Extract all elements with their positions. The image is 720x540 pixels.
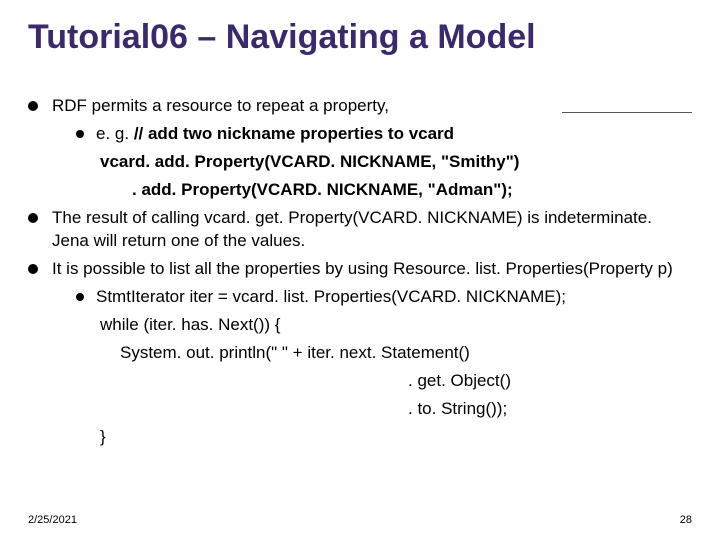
- bullet-1a-cont2: . add. Property(VCARD. NICKNAME, "Adman"…: [76, 179, 692, 201]
- bullet-3a-line4: . get. Object(): [408, 370, 692, 392]
- bullet-icon: [28, 213, 38, 223]
- code-line: System. out. println(" " + iter. next. S…: [120, 342, 692, 364]
- code-line: }: [100, 426, 692, 448]
- bullet-3a: StmtIterator iter = vcard. list. Propert…: [76, 286, 692, 308]
- bullet-1a-line1: e. g. // add two nickname properties to …: [96, 123, 692, 145]
- title-rule: [562, 112, 692, 113]
- slide-title: Tutorial06 – Navigating a Model: [28, 18, 692, 67]
- bullet-3a-line5: . to. String());: [408, 398, 692, 420]
- footer-page: 28: [680, 514, 692, 526]
- bullet-1a-cont1: vcard. add. Property(VCARD. NICKNAME, "S…: [76, 151, 692, 173]
- code-line: . get. Object(): [408, 370, 692, 392]
- bullet-3-text: It is possible to list all the propertie…: [52, 258, 692, 280]
- bullet-3a-line2: while (iter. has. Next()) {: [100, 314, 692, 336]
- code-line: . to. String());: [408, 398, 692, 420]
- bullet-1a: e. g. // add two nickname properties to …: [76, 123, 692, 145]
- bullet-1a-rest: // add two nickname properties to vcard: [134, 124, 454, 143]
- code-line: while (iter. has. Next()) {: [100, 314, 692, 336]
- bullet-2: The result of calling vcard. get. Proper…: [28, 207, 692, 251]
- bullet-1a-line2: vcard. add. Property(VCARD. NICKNAME, "S…: [100, 151, 692, 173]
- bullet-1-text: RDF permits a resource to repeat a prope…: [52, 95, 692, 117]
- bullet-icon: [28, 101, 38, 111]
- slide: Tutorial06 – Navigating a Model RDF perm…: [0, 0, 720, 540]
- bullet-3a-line3: System. out. println(" " + iter. next. S…: [120, 342, 692, 364]
- bullet-3a-line1: StmtIterator iter = vcard. list. Propert…: [96, 286, 692, 308]
- bullet-1a-line3: . add. Property(VCARD. NICKNAME, "Adman"…: [132, 179, 692, 201]
- bullet-2-text: The result of calling vcard. get. Proper…: [52, 207, 692, 251]
- bullet-3: It is possible to list all the propertie…: [28, 258, 692, 280]
- bullet-icon: [76, 130, 84, 138]
- bullet-1: RDF permits a resource to repeat a prope…: [28, 95, 692, 117]
- bullet-icon: [28, 264, 38, 274]
- bullet-1a-lead: e. g.: [96, 124, 134, 143]
- bullet-icon: [76, 293, 84, 301]
- slide-footer: 2/25/2021 28: [28, 514, 692, 526]
- footer-date: 2/25/2021: [28, 514, 77, 526]
- slide-body: RDF permits a resource to repeat a prope…: [28, 95, 692, 448]
- bullet-3a-line6: }: [100, 426, 692, 448]
